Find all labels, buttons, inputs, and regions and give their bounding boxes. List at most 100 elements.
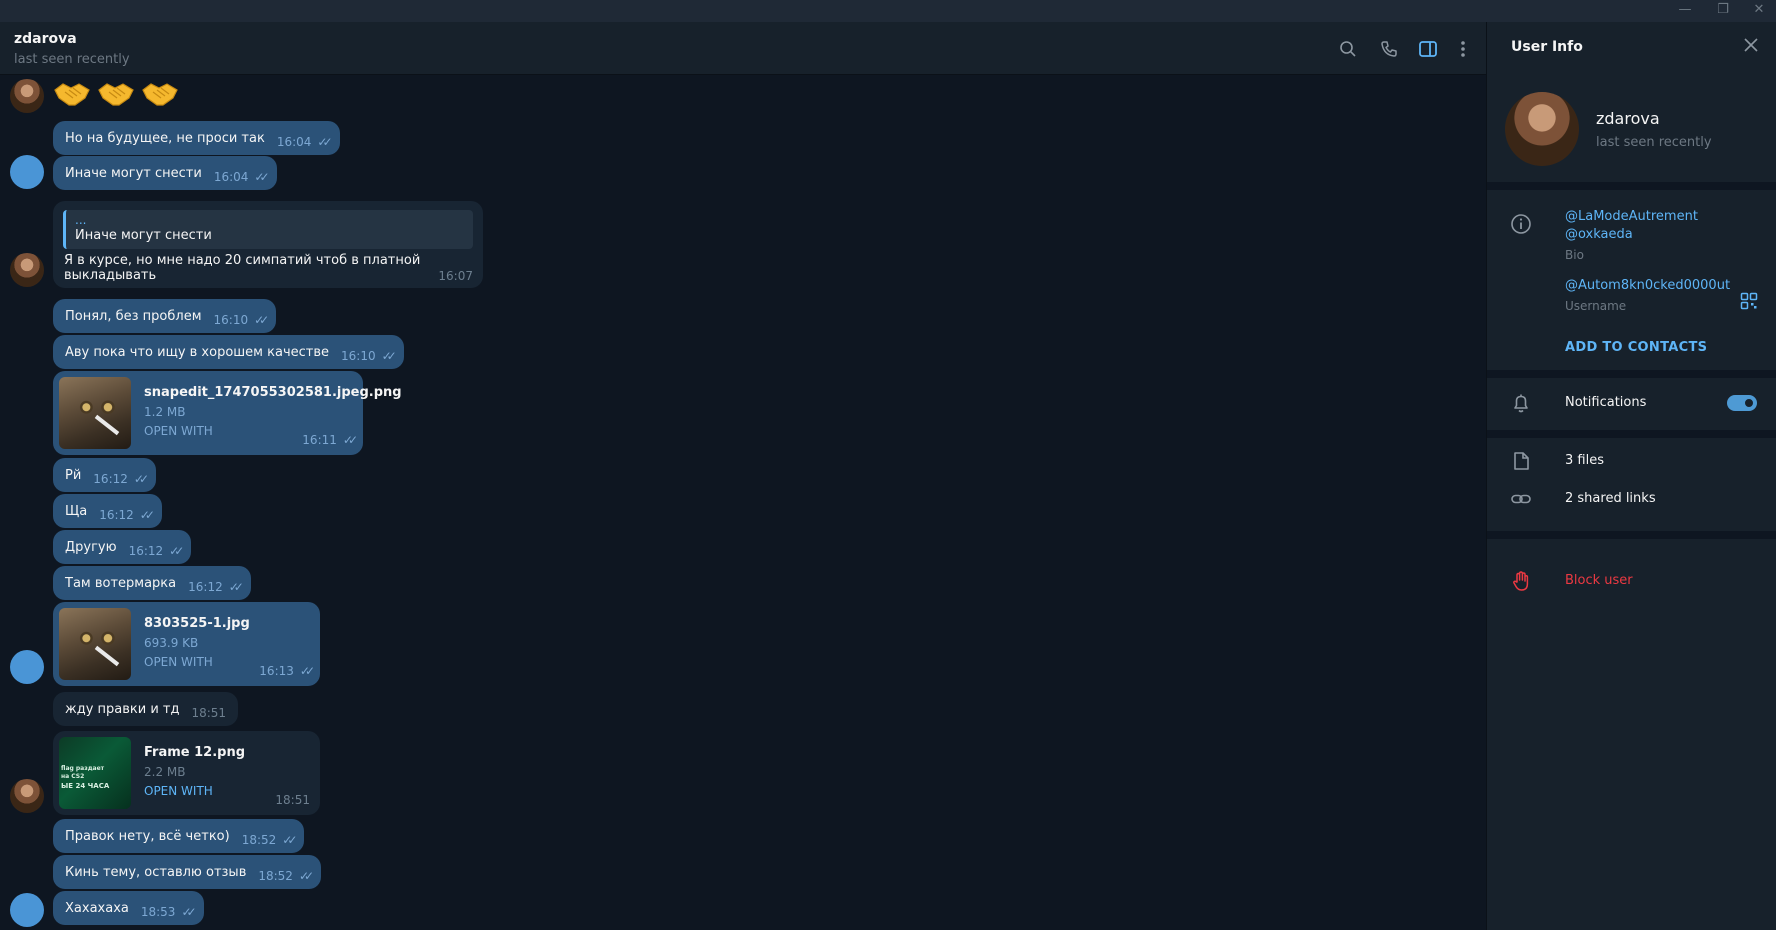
notifications-toggle[interactable] — [1727, 395, 1757, 411]
notifications-label: Notifications — [1565, 395, 1647, 410]
message-time: 16:12 — [93, 472, 128, 486]
avatar[interactable] — [10, 779, 44, 813]
reply-quote-header: ... — [75, 213, 87, 227]
message-time: 18:51 — [191, 706, 227, 720]
message-text: Другую — [65, 539, 117, 555]
thumbnail-text: ЫЕ 24 ЧАСА — [61, 782, 110, 790]
read-check-icon: ✓✓ — [317, 135, 332, 149]
message-bubble-outgoing[interactable]: Но на будущее, не проси так 16:04 ✓✓ — [53, 121, 340, 155]
bio-link[interactable]: @LaModeAutrement — [1565, 209, 1698, 224]
file-message-outgoing[interactable]: snapedit_1747055302581.jpeg.png 1.2 MB O… — [53, 371, 402, 455]
username-link[interactable]: @Autom8kn0cked0000ut — [1565, 278, 1730, 293]
message-text: жду правки и тд — [65, 701, 180, 717]
read-check-icon: ✓✓ — [181, 905, 196, 919]
close-window-button[interactable]: ✕ — [1740, 0, 1776, 22]
chat-header[interactable]: zdarova last seen recently — [0, 22, 1486, 75]
message-bubble-outgoing[interactable]: Рй 16:12 ✓✓ — [53, 458, 156, 492]
minimize-button[interactable]: — — [1666, 0, 1704, 22]
message-text: Рй — [65, 467, 82, 483]
message-time: 16:04 — [276, 135, 312, 149]
thumbnail-text: flag раздает — [61, 765, 105, 772]
avatar[interactable] — [10, 79, 44, 113]
bio-link[interactable]: @oxkaeda — [1565, 227, 1633, 242]
close-icon[interactable] — [1742, 36, 1760, 54]
message-bubble-outgoing[interactable]: Там вотермарка 16:12 ✓✓ — [53, 566, 251, 600]
section-separator — [1487, 370, 1776, 378]
handshake-icon — [142, 83, 178, 106]
avatar[interactable] — [10, 893, 44, 927]
message-text: Иначе могут снести — [65, 165, 202, 181]
open-with-button[interactable]: OPEN WITH — [144, 424, 213, 438]
more-vertical-icon[interactable] — [1451, 37, 1475, 61]
read-check-icon: ✓✓ — [133, 472, 149, 486]
file-size: 1.2 MB — [144, 405, 186, 419]
chat-status: last seen recently — [14, 52, 130, 67]
profile-avatar[interactable] — [1505, 92, 1579, 166]
message-time: 16:04 — [213, 170, 249, 184]
reply-quote-text: Иначе могут снести — [75, 228, 212, 243]
message-time: 18:53 — [140, 905, 176, 919]
file-message-outgoing[interactable]: 8303525-1.jpg 693.9 KB OPEN WITH 16:13 ✓✓ — [53, 602, 320, 686]
open-with-button[interactable]: OPEN WITH — [144, 655, 213, 669]
message-text: Понял, без проблем — [65, 308, 202, 324]
file-thumbnail[interactable]: flag раздает на CS2 ЫЕ 24 ЧАСА — [59, 737, 131, 809]
shared-links-count[interactable]: 2 shared links — [1565, 491, 1656, 506]
read-check-icon: ✓✓ — [139, 508, 155, 522]
message-bubble-incoming[interactable]: ... Иначе могут снести Я в курсе, но мне… — [53, 201, 483, 288]
read-check-icon: ✓✓ — [282, 833, 297, 847]
file-icon — [1509, 449, 1533, 473]
open-with-button[interactable]: OPEN WITH — [144, 784, 213, 798]
message-time: 18:51 — [275, 793, 310, 807]
window-titlebar: — ❐ ✕ — [0, 0, 1776, 22]
qr-code-icon[interactable] — [1740, 292, 1758, 310]
search-icon[interactable] — [1336, 37, 1360, 61]
message-text: Но на будущее, не проси так — [65, 130, 265, 146]
read-check-icon: ✓✓ — [228, 580, 244, 594]
thumbnail-text: на CS2 — [61, 773, 85, 780]
block-user-button[interactable]: Block user — [1565, 573, 1633, 588]
sidebar-toggle-icon[interactable] — [1416, 37, 1440, 61]
message-text: Ща — [65, 503, 88, 519]
restore-button[interactable]: ❐ — [1704, 0, 1742, 22]
panel-title: User Info — [1511, 39, 1583, 55]
file-thumbnail[interactable] — [59, 377, 131, 449]
message-bubble-outgoing[interactable]: Ща 16:12 ✓✓ — [53, 494, 162, 528]
file-thumbnail[interactable] — [59, 608, 131, 680]
message-time: 16:13 — [259, 664, 294, 678]
message-bubble-outgoing[interactable]: Правок нету, всё четко) 18:52 ✓✓ — [53, 819, 305, 853]
message-list[interactable]: Но на будущее, не проси так 16:04 ✓✓ Инач… — [0, 75, 1486, 930]
message-bubble-outgoing[interactable]: Кинь тему, оставлю отзыв 18:52 ✓✓ — [53, 855, 322, 889]
read-check-icon: ✓✓ — [254, 170, 269, 184]
avatar[interactable] — [10, 650, 44, 684]
file-size: 693.9 KB — [144, 636, 199, 650]
handshake-icon — [54, 83, 90, 106]
message-bubble-incoming[interactable]: жду правки и тд 18:51 — [53, 692, 239, 726]
chat-title[interactable]: zdarova — [14, 31, 77, 47]
message-time: 18:52 — [241, 833, 277, 847]
message-bubble-outgoing[interactable]: Другую 16:12 ✓✓ — [53, 530, 192, 564]
user-info-panel: User Info zdarova last seen recently @La… — [1487, 22, 1776, 930]
bio-label: Bio — [1565, 248, 1584, 262]
hand-stop-icon — [1509, 569, 1533, 593]
phone-icon[interactable] — [1377, 37, 1401, 61]
message-bubble-outgoing[interactable]: Хахахаха 18:53 ✓✓ — [53, 891, 204, 925]
files-count[interactable]: 3 files — [1565, 453, 1604, 468]
file-message-incoming[interactable]: flag раздает на CS2 ЫЕ 24 ЧАСА Frame 12.… — [53, 731, 320, 815]
emoji-message[interactable] — [53, 80, 179, 108]
message-text: Правок нету, всё четко) — [65, 828, 230, 844]
message-bubble-outgoing[interactable]: Иначе могут снести 16:04 ✓✓ — [53, 156, 277, 190]
bell-icon — [1509, 391, 1533, 415]
avatar[interactable] — [10, 155, 44, 189]
avatar[interactable] — [10, 253, 44, 287]
file-name: Frame 12.png — [144, 745, 246, 760]
message-time: 16:11 — [302, 433, 337, 447]
message-bubble-outgoing[interactable]: Понял, без проблем 16:10 ✓✓ — [53, 299, 277, 333]
add-to-contacts-button[interactable]: ADD TO CONTACTS — [1565, 340, 1707, 355]
message-bubble-outgoing[interactable]: Аву пока что ищу в хорошем качестве 16:1… — [53, 335, 404, 369]
message-time: 16:12 — [188, 580, 223, 594]
message-time: 16:07 — [438, 269, 473, 283]
handshake-icon — [98, 83, 134, 106]
message-text: Хахахаха — [65, 900, 129, 916]
reply-quote[interactable]: ... Иначе могут снести — [63, 210, 473, 249]
read-check-icon: ✓✓ — [169, 544, 184, 558]
